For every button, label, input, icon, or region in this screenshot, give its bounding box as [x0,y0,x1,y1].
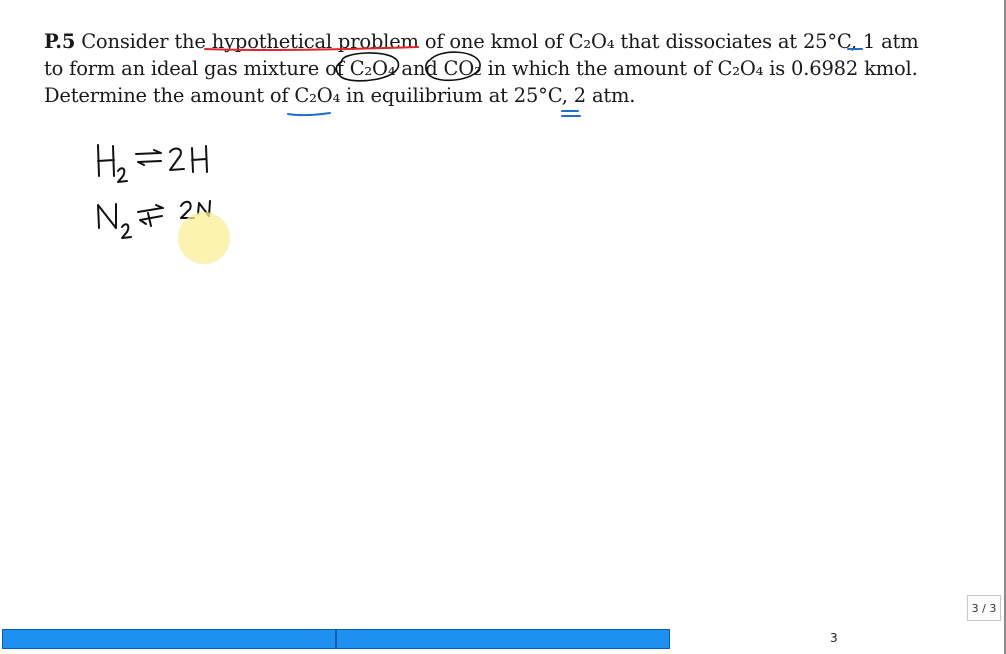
page-counter: 3 / 3 [967,595,1001,621]
problem-line-2: to form an ideal gas mixture of C₂O₄ and… [44,57,918,80]
blue-underline-c2o4 [287,112,331,117]
problem-line-1: P.5 Consider the hypothetical problem of… [44,28,944,55]
problem-line-3: Determine the amount of C₂O₄ in equilibr… [44,84,636,107]
handwritten-reaction-1 [97,144,208,183]
problem-line-1-text: Consider the hypothetical problem of one… [75,30,919,53]
pointer-highlight-dot [178,212,230,264]
page-progress-bar[interactable] [0,629,1004,650]
problem-label: P.5 [44,30,76,53]
progress-segment-2[interactable] [336,629,670,649]
document-page: P.5 Consider the hypothetical problem of… [0,0,1006,654]
page-number: 3 [830,631,838,645]
problem-text: P.5 Consider the hypothetical problem of… [44,28,944,109]
progress-segment-1[interactable] [2,629,336,649]
